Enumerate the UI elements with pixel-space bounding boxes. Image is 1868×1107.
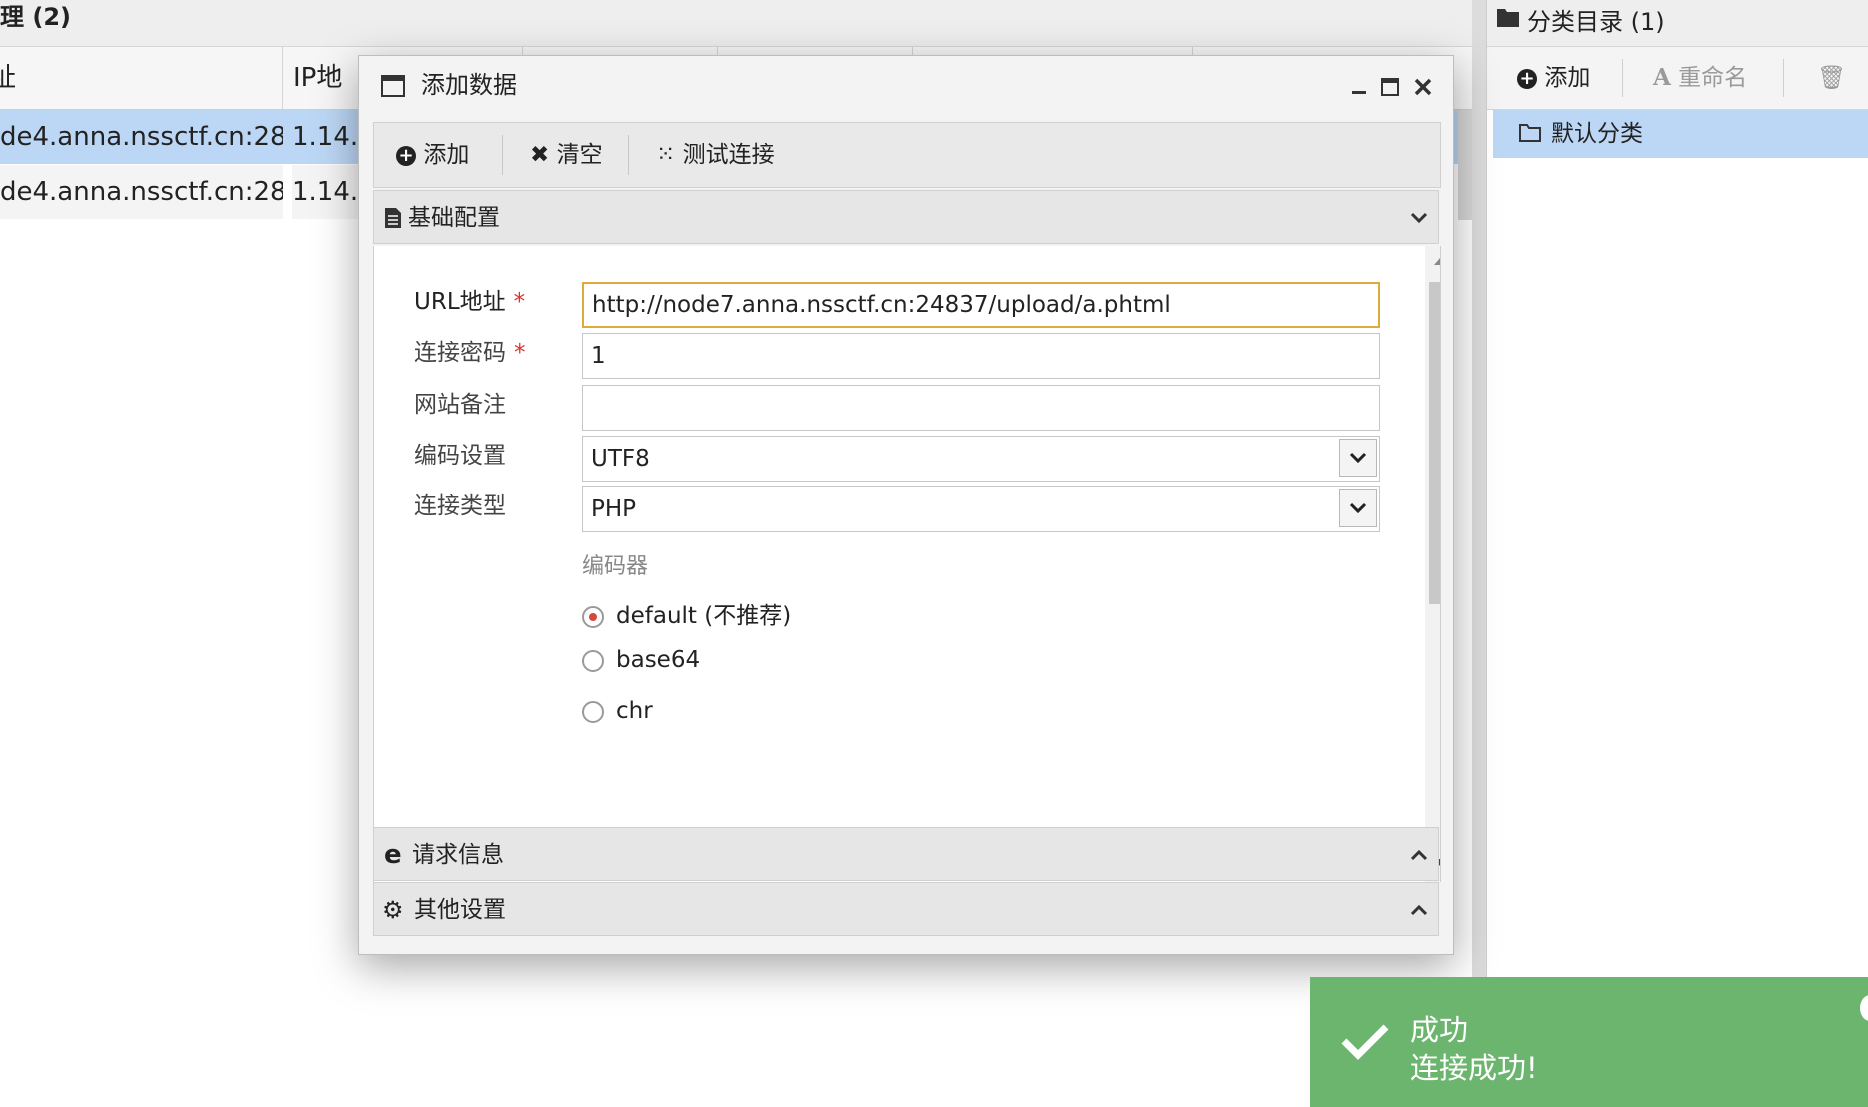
row-url: de4.anna.nssctf.cn:2883 bbox=[0, 165, 283, 219]
test-connection-button[interactable]: ⁙ 测试连接 bbox=[656, 123, 775, 187]
toolbar-divider bbox=[1622, 59, 1623, 97]
folder-open-icon bbox=[1519, 124, 1541, 142]
category-item-label: 默认分类 bbox=[1551, 121, 1643, 147]
window-icon bbox=[381, 75, 405, 97]
password-input[interactable] bbox=[582, 333, 1380, 379]
row-url: de4.anna.nssctf.cn:2883 bbox=[0, 122, 283, 152]
section-basic-config[interactable]: 基础配置 bbox=[373, 190, 1439, 244]
section-request-info[interactable]: e 请求信息 bbox=[373, 827, 1439, 881]
toolbar-divider bbox=[1783, 59, 1784, 97]
chevron-down-icon bbox=[1349, 452, 1367, 464]
encoding-label: 编码设置 bbox=[414, 443, 506, 469]
url-label: URL地址 * bbox=[414, 282, 525, 316]
radio-unchecked-icon[interactable] bbox=[582, 700, 604, 723]
chevron-down-icon bbox=[1349, 502, 1367, 514]
data-panel-title: 理 (2) bbox=[0, 0, 1472, 47]
edge-icon: e bbox=[384, 840, 402, 870]
type-select[interactable]: PHP bbox=[582, 486, 1380, 532]
encoder-option-label: default (不推荐) bbox=[616, 603, 792, 629]
type-dropdown-button[interactable] bbox=[1339, 489, 1377, 527]
chevron-down-icon bbox=[1410, 212, 1428, 224]
scrollbar-thumb[interactable] bbox=[1429, 282, 1440, 604]
scroll-up-icon[interactable] bbox=[1433, 256, 1441, 266]
url-input[interactable] bbox=[582, 282, 1380, 328]
plus-circle-icon: + bbox=[396, 145, 416, 166]
check-icon bbox=[1341, 1024, 1389, 1060]
chevron-up-icon bbox=[1410, 904, 1428, 916]
category-panel-title-text: 分类目录 (1) bbox=[1527, 8, 1665, 36]
add-button-label: 添加 bbox=[423, 142, 470, 168]
gears-icon: ⚙ bbox=[382, 896, 404, 924]
clear-button[interactable]: ✖ 清空 bbox=[530, 123, 603, 187]
password-label: 连接密码 * bbox=[414, 333, 526, 367]
encoding-select[interactable]: UTF8 bbox=[582, 436, 1380, 482]
file-text-icon bbox=[385, 208, 401, 228]
rename-category-label: 重命名 bbox=[1678, 65, 1748, 91]
maximize-icon[interactable] bbox=[1381, 78, 1399, 96]
close-icon: ✖ bbox=[530, 142, 550, 168]
rename-category-button[interactable]: A 重命名 bbox=[1653, 47, 1747, 109]
data-panel-title-text: 理 (2) bbox=[0, 3, 71, 31]
category-item[interactable]: 默认分类 bbox=[1493, 110, 1868, 158]
section-request-title: 请求信息 bbox=[412, 842, 504, 868]
radio-unchecked-icon[interactable] bbox=[582, 649, 604, 672]
encoding-value: UTF8 bbox=[591, 446, 650, 472]
note-label: 网站备注 bbox=[414, 392, 506, 418]
toolbar-divider bbox=[628, 135, 629, 175]
toast-message: 连接成功! bbox=[1410, 1051, 1538, 1085]
plus-circle-icon: + bbox=[1517, 68, 1537, 89]
encoder-option-chr[interactable]: chr bbox=[582, 698, 653, 724]
add-data-dialog: 添加数据 + 添加 ✖ 清空 ⁙ 测试连接 基础配置 URL地址 * 连接密码 * … bbox=[358, 55, 1454, 955]
spinner-icon: ⁙ bbox=[656, 142, 676, 168]
category-toolbar: + 添加 A 重命名 🗑 删 bbox=[1487, 47, 1868, 153]
section-other-title: 其他设置 bbox=[414, 897, 506, 923]
chevron-up-icon bbox=[1410, 849, 1428, 861]
toolbar-divider bbox=[502, 135, 503, 175]
type-value: PHP bbox=[591, 496, 637, 522]
toast-close-icon[interactable] bbox=[1860, 995, 1868, 1021]
note-input[interactable] bbox=[582, 385, 1380, 431]
radio-checked-icon[interactable] bbox=[582, 605, 604, 628]
password-label-text: 连接密码 bbox=[414, 340, 506, 366]
section-basic-title: 基础配置 bbox=[408, 205, 500, 231]
encoder-option-label: base64 bbox=[616, 647, 701, 673]
clear-button-label: 清空 bbox=[556, 142, 603, 168]
encoder-label: 编码器 bbox=[582, 554, 649, 579]
section-other-settings[interactable]: ⚙ 其他设置 bbox=[373, 882, 1439, 936]
panel-divider[interactable] bbox=[1472, 0, 1486, 1107]
type-label: 连接类型 bbox=[414, 493, 506, 519]
encoder-option-base64[interactable]: base64 bbox=[582, 647, 700, 673]
close-icon[interactable] bbox=[1413, 77, 1433, 97]
form-scrollbar[interactable] bbox=[1425, 246, 1441, 882]
dialog-toolbar: + 添加 ✖ 清空 ⁙ 测试连接 bbox=[373, 122, 1441, 188]
category-panel: 分类目录 (1) + 添加 A 重命名 🗑 删 默认分类 bbox=[1486, 0, 1868, 1107]
required-mark: * bbox=[514, 340, 526, 366]
encoder-option-label: chr bbox=[616, 698, 653, 724]
column-header-url[interactable]: 址 bbox=[0, 47, 283, 109]
delete-category-button[interactable]: 🗑 删 bbox=[1817, 47, 1868, 153]
encoding-dropdown-button[interactable] bbox=[1339, 439, 1377, 477]
folder-icon bbox=[1497, 9, 1519, 27]
required-mark: * bbox=[513, 289, 526, 315]
encoder-option-default[interactable]: default (不推荐) bbox=[582, 596, 791, 630]
toast-title: 成功 bbox=[1410, 1013, 1469, 1047]
minimize-icon[interactable] bbox=[1351, 80, 1367, 96]
add-category-button[interactable]: + 添加 bbox=[1517, 47, 1590, 109]
success-toast[interactable]: 成功 连接成功! bbox=[1310, 977, 1868, 1107]
test-connection-label: 测试连接 bbox=[682, 142, 775, 168]
trash-icon: 🗑 bbox=[1817, 65, 1847, 91]
font-icon: A bbox=[1653, 64, 1671, 91]
category-panel-title: 分类目录 (1) bbox=[1487, 0, 1868, 47]
url-label-text: URL地址 bbox=[414, 289, 506, 315]
basic-config-body: URL地址 * 连接密码 * 网站备注 编码设置 UTF8 连接类型 PHP 编码器… bbox=[373, 246, 1441, 882]
scrollbar-thumb[interactable] bbox=[1458, 110, 1472, 220]
dialog-title: 添加数据 bbox=[421, 71, 517, 99]
add-category-label: 添加 bbox=[1544, 65, 1591, 91]
add-button[interactable]: + 添加 bbox=[396, 123, 469, 187]
dialog-titlebar[interactable]: 添加数据 bbox=[359, 56, 1453, 114]
